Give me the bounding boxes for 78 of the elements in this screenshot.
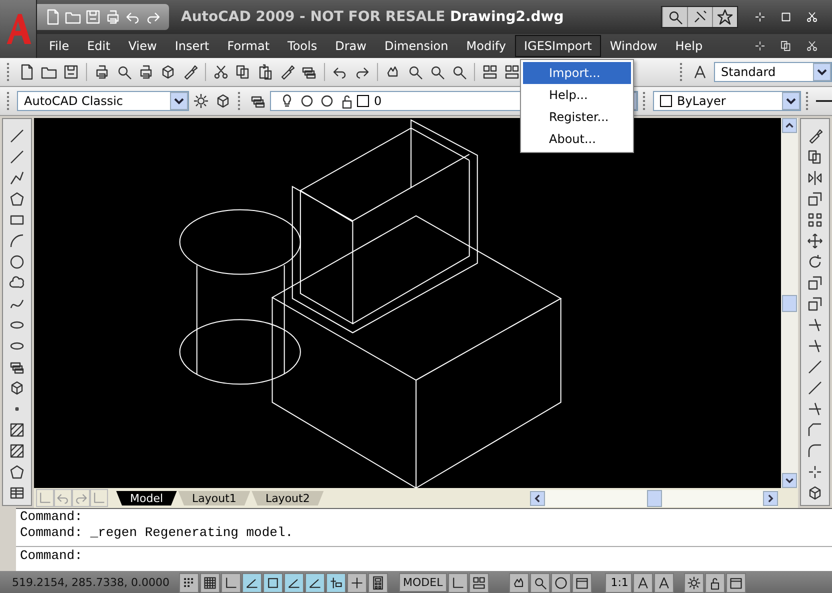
menu-item[interactable]: IGESImport bbox=[515, 35, 601, 57]
zoom-icon[interactable] bbox=[530, 572, 550, 592]
window-title: AutoCAD 2009 - NOT FOR RESALE Drawing2.dwg bbox=[180, 9, 565, 25]
command-history-line: Command: _regen Regenerating model. bbox=[19, 525, 294, 541]
workspace-settings-icon[interactable] bbox=[684, 572, 704, 592]
viewports-icon[interactable] bbox=[468, 572, 489, 592]
menu-item[interactable]: Insert bbox=[166, 35, 218, 57]
array-icon[interactable] bbox=[806, 211, 824, 229]
trim-icon[interactable] bbox=[806, 316, 824, 334]
workspace-dropdown[interactable]: AutoCAD Classic bbox=[17, 91, 189, 111]
menu-item[interactable]: File bbox=[40, 35, 78, 57]
grid-icon[interactable] bbox=[200, 572, 220, 592]
scroll-left-icon[interactable] bbox=[530, 490, 545, 506]
gradient-icon[interactable] bbox=[8, 442, 26, 460]
extend-icon[interactable] bbox=[806, 337, 824, 355]
hatch-icon[interactable] bbox=[8, 421, 26, 439]
scroll-down-icon[interactable] bbox=[782, 473, 797, 488]
lineweight-line-icon[interactable] bbox=[816, 99, 832, 103]
move-icon[interactable] bbox=[806, 232, 824, 250]
menu-item[interactable]: Format bbox=[218, 35, 279, 57]
command-prompt[interactable]: Command: bbox=[20, 547, 82, 564]
layout-tab[interactable]: Layout1 bbox=[178, 490, 250, 506]
menu-item[interactable]: Edit bbox=[78, 35, 120, 57]
clean-screen-icon[interactable] bbox=[726, 572, 746, 592]
lock-icon[interactable] bbox=[705, 572, 726, 592]
model-space-button[interactable]: MODEL bbox=[399, 573, 447, 592]
break-icon[interactable] bbox=[806, 379, 824, 397]
osnap-icon[interactable] bbox=[263, 572, 283, 592]
menu-option[interactable]: About... bbox=[523, 128, 631, 150]
quick-properties-icon[interactable] bbox=[368, 572, 388, 592]
break-icon[interactable] bbox=[806, 358, 824, 376]
snap-icon[interactable] bbox=[179, 572, 199, 592]
app-logo-icon[interactable] bbox=[0, 0, 37, 58]
offset-icon[interactable] bbox=[806, 190, 824, 208]
workspace-settings-icon[interactable] bbox=[191, 91, 211, 111]
scrollbar-thumb[interactable] bbox=[782, 294, 797, 312]
line-icon[interactable] bbox=[8, 148, 26, 166]
region-icon[interactable] bbox=[8, 463, 26, 481]
menu-option[interactable]: Import... bbox=[523, 62, 631, 84]
chamfer-icon[interactable] bbox=[806, 421, 824, 439]
otrack-icon[interactable] bbox=[284, 572, 304, 592]
layout-icon[interactable] bbox=[448, 572, 468, 592]
menu-item[interactable]: View bbox=[119, 35, 166, 57]
menu-item[interactable]: Tools bbox=[278, 35, 326, 57]
line-icon[interactable] bbox=[8, 127, 26, 145]
mirror-icon[interactable] bbox=[806, 169, 824, 187]
layout-tab[interactable]: Model bbox=[116, 490, 178, 506]
polyline-icon[interactable] bbox=[8, 169, 26, 187]
stretch-icon[interactable] bbox=[806, 295, 824, 313]
dyn-icon[interactable] bbox=[326, 572, 346, 592]
command-history-line: Command: bbox=[19, 509, 84, 525]
polygon-icon[interactable] bbox=[8, 190, 26, 208]
scroll-right-icon[interactable] bbox=[763, 490, 778, 506]
annotation-scale-button[interactable]: 1:1 bbox=[604, 572, 632, 592]
lineweight-icon[interactable] bbox=[347, 572, 367, 592]
scroll-up-icon[interactable] bbox=[782, 118, 797, 133]
ortho-icon[interactable] bbox=[221, 572, 241, 592]
maximize-icon[interactable] bbox=[780, 11, 792, 23]
scrollbar-thumb[interactable] bbox=[646, 490, 662, 506]
text-style-dropdown[interactable]: Standard bbox=[714, 62, 832, 82]
auto-scale-icon[interactable] bbox=[654, 572, 674, 592]
explode-icon[interactable] bbox=[806, 463, 824, 481]
menu-item[interactable]: Dimension bbox=[375, 35, 458, 57]
join-icon[interactable] bbox=[806, 400, 824, 418]
coordinates-readout: 519.2154, 285.7338, 0.0000 bbox=[11, 576, 170, 589]
menu-item[interactable]: Help bbox=[666, 35, 712, 57]
arc-icon[interactable] bbox=[8, 232, 26, 250]
annotation-visibility-icon[interactable] bbox=[633, 572, 654, 592]
ducs-icon[interactable] bbox=[305, 572, 325, 592]
fillet-icon[interactable] bbox=[806, 442, 824, 460]
scale-icon[interactable] bbox=[806, 274, 824, 292]
polar-icon[interactable] bbox=[242, 572, 262, 592]
menu-item[interactable]: Modify bbox=[457, 35, 516, 57]
restore-icon[interactable] bbox=[780, 40, 792, 52]
layout-tab[interactable]: Layout2 bbox=[251, 490, 324, 506]
menu-item[interactable]: Window bbox=[600, 35, 666, 57]
color-dropdown[interactable]: ByLayer bbox=[653, 91, 801, 111]
menu-item[interactable]: Draw bbox=[326, 35, 376, 57]
